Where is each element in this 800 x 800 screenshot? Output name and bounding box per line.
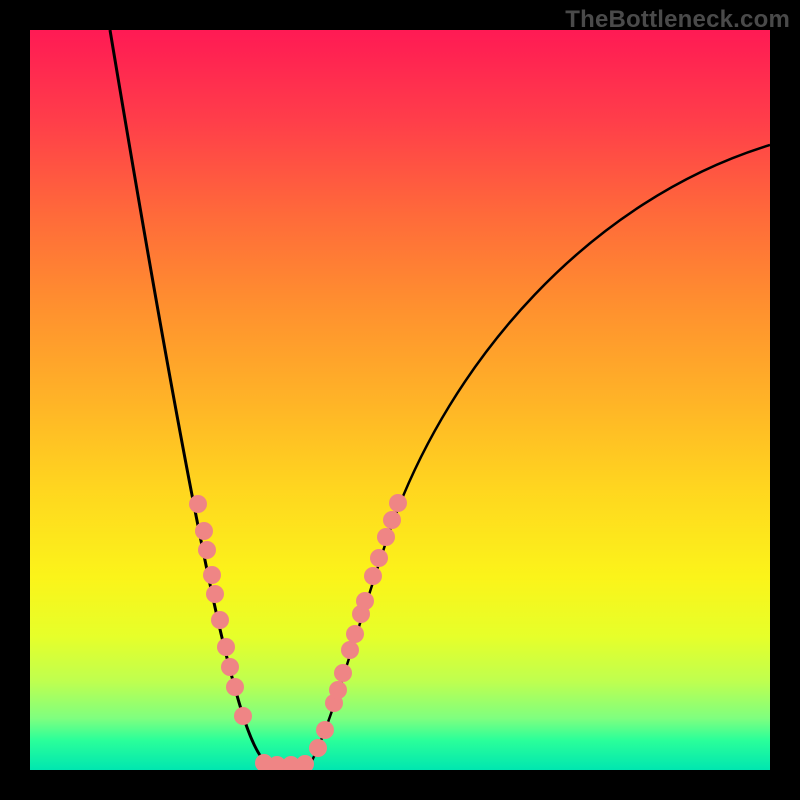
data-dot <box>370 549 388 567</box>
left-curve <box>110 30 275 768</box>
data-dot <box>341 641 359 659</box>
data-dot <box>334 664 352 682</box>
data-dot <box>234 707 252 725</box>
watermark-text: TheBottleneck.com <box>565 6 790 34</box>
data-dot <box>377 528 395 546</box>
data-dot <box>364 567 382 585</box>
data-dot <box>329 681 347 699</box>
data-dot <box>203 566 221 584</box>
data-dot <box>206 585 224 603</box>
data-dot <box>211 611 229 629</box>
data-dot <box>198 541 216 559</box>
data-dot <box>195 522 213 540</box>
data-dot <box>189 495 207 513</box>
data-dot <box>217 638 235 656</box>
data-dot <box>346 625 364 643</box>
bottom-dots-group <box>255 754 314 770</box>
data-dot <box>309 739 327 757</box>
data-dot <box>316 721 334 739</box>
right-curve <box>308 145 770 768</box>
data-dot <box>383 511 401 529</box>
plot-area <box>30 30 770 770</box>
right-dots-group <box>309 494 407 757</box>
data-dot <box>389 494 407 512</box>
data-dot <box>226 678 244 696</box>
data-dot <box>296 755 314 770</box>
data-dot <box>221 658 239 676</box>
data-dot <box>356 592 374 610</box>
chart-frame: TheBottleneck.com <box>0 0 800 800</box>
left-dots-group <box>189 495 252 725</box>
chart-svg <box>30 30 770 770</box>
